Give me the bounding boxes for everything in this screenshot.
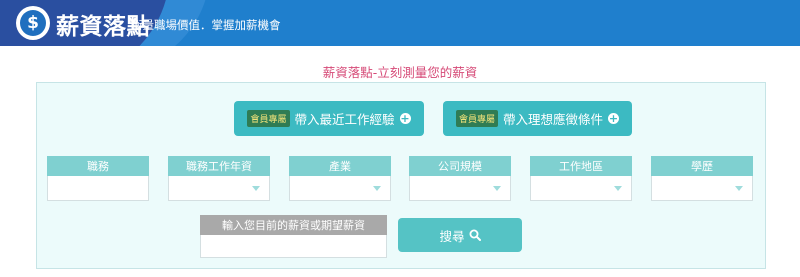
button-label: 帶入最近工作經驗 [294, 112, 395, 127]
field-label: 公司規模 [409, 156, 511, 176]
years-experience-select[interactable] [168, 176, 270, 201]
button-label: 帶入理想應徵條件 [503, 112, 604, 127]
chevron-down-icon [373, 186, 381, 191]
member-only-badge: 會員專屬 [247, 110, 290, 127]
plus-circle-icon: + [608, 112, 620, 125]
company-size-select[interactable] [409, 176, 511, 201]
search-button[interactable]: 搜尋 [398, 218, 522, 252]
page-title: 薪資落點-立刻測量您的薪資 [322, 65, 478, 80]
field-label: 學歷 [651, 156, 753, 176]
chevron-down-icon [614, 186, 622, 191]
import-recent-experience-button[interactable]: 會員專屬 帶入最近工作經驗 + [234, 101, 424, 136]
job-title-input[interactable] [47, 176, 149, 201]
salary-label: 輸入您目前的薪資或期望薪資 [200, 215, 387, 235]
search-button-label: 搜尋 [439, 228, 465, 244]
company-size-field[interactable]: 公司規模 [409, 156, 511, 201]
dollar-sign: $ [20, 10, 46, 36]
work-region-field[interactable]: 工作地區 [530, 156, 632, 201]
education-field[interactable]: 學歷 [651, 156, 753, 201]
site-tagline: 衡量職場價值．掌握加薪機會 [131, 18, 281, 32]
job-title-field[interactable]: 職務 [47, 156, 149, 201]
work-region-select[interactable] [530, 176, 632, 201]
member-only-badge: 會員專屬 [455, 110, 498, 127]
education-select[interactable] [651, 176, 753, 201]
chevron-down-icon [493, 186, 501, 191]
chevron-down-icon [735, 186, 743, 191]
plus-circle-icon: + [399, 112, 411, 125]
import-ideal-conditions-button[interactable]: 會員專屬 帶入理想應徵條件 + [443, 101, 632, 136]
search-icon [469, 229, 481, 241]
industry-field[interactable]: 產業 [289, 156, 391, 201]
dollar-logo-icon[interactable]: $ [16, 6, 50, 40]
chevron-down-icon [252, 186, 260, 191]
field-label: 職務 [47, 156, 149, 176]
years-experience-field[interactable]: 職務工作年資 [168, 156, 270, 201]
field-label: 工作地區 [530, 156, 632, 176]
industry-select[interactable] [289, 176, 391, 201]
salary-field[interactable]: 輸入您目前的薪資或期望薪資 [200, 215, 387, 258]
site-header: $ 薪資落點 衡量職場價值．掌握加薪機會 [0, 0, 800, 46]
field-label: 職務工作年資 [168, 156, 270, 176]
salary-input[interactable] [200, 235, 387, 258]
field-label: 產業 [289, 156, 391, 176]
